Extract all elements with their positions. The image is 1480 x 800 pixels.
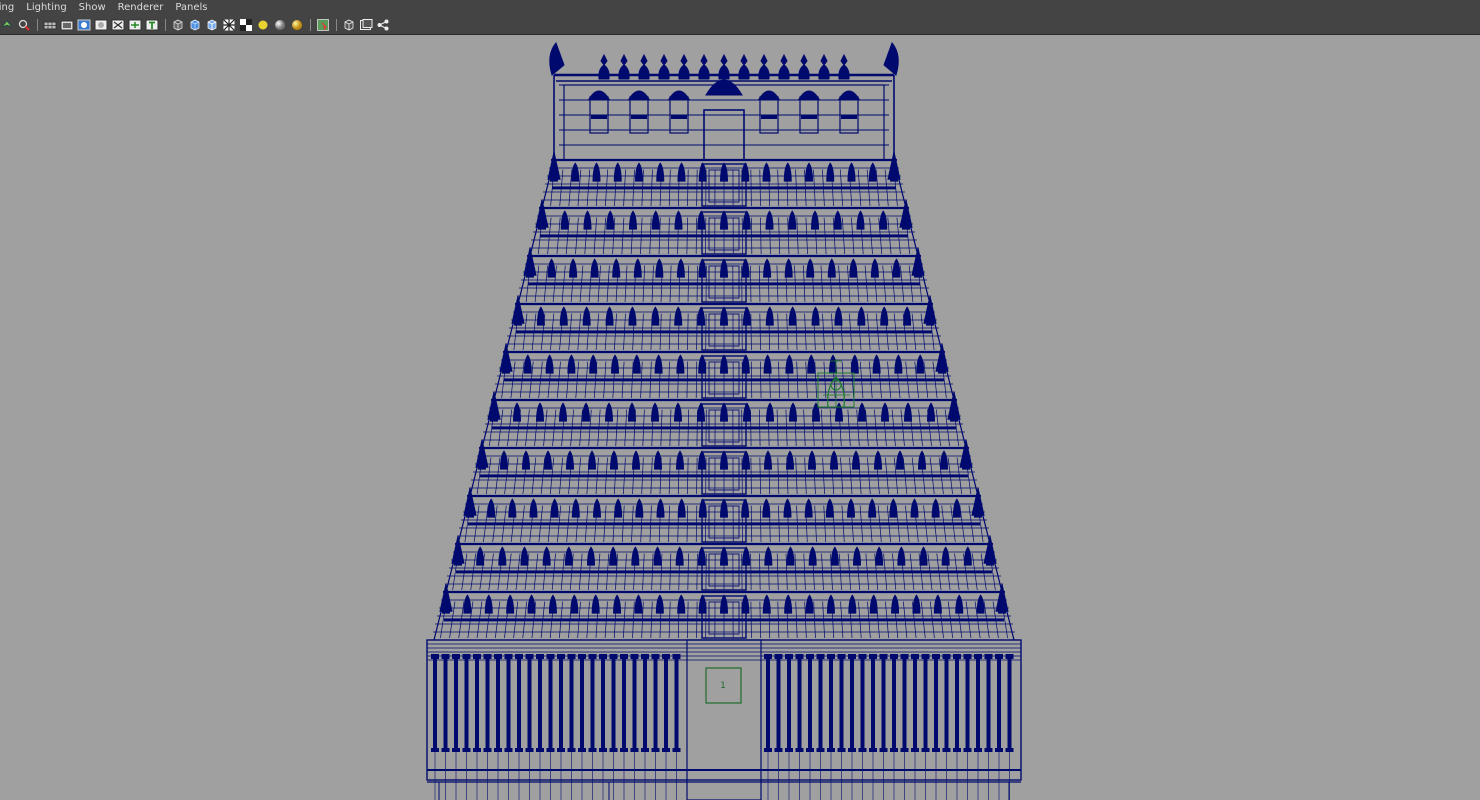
gopuram-wireframe-model[interactable]: 1 xyxy=(0,35,1480,800)
film-gate-icon[interactable] xyxy=(60,18,74,32)
node-graph-icon[interactable] xyxy=(376,18,390,32)
isolate-select-icon[interactable] xyxy=(290,18,304,32)
grid-icon[interactable] xyxy=(43,18,57,32)
wireframe-on-shaded-icon[interactable] xyxy=(222,18,236,32)
menu-renderer[interactable]: Renderer xyxy=(112,0,170,16)
xray-joints-icon[interactable] xyxy=(342,18,356,32)
toolbar-separator xyxy=(336,19,337,31)
text-icon[interactable] xyxy=(145,18,159,32)
textured-icon[interactable] xyxy=(239,18,253,32)
toolbar-separator xyxy=(310,19,311,31)
smooth-shade-icon[interactable] xyxy=(188,18,202,32)
menu-panels[interactable]: Panels xyxy=(169,0,213,16)
shadows-icon[interactable] xyxy=(273,18,287,32)
camera-select-icon[interactable] xyxy=(0,18,14,32)
hypershade-icon[interactable] xyxy=(359,18,373,32)
pivot-manipulator[interactable]: 1 xyxy=(705,667,742,704)
safe-action-icon[interactable] xyxy=(111,18,125,32)
3d-viewport[interactable]: 1 xyxy=(0,35,1480,800)
default-light-icon[interactable] xyxy=(256,18,270,32)
xray-icon[interactable] xyxy=(316,18,330,32)
menu-shading[interactable]: ling xyxy=(0,0,20,16)
camera-attributes-icon[interactable] xyxy=(17,18,31,32)
safe-title-icon[interactable] xyxy=(128,18,142,32)
panel-toolbar xyxy=(0,16,1480,35)
toolbar-separator xyxy=(165,19,166,31)
wireframe-icon[interactable] xyxy=(171,18,185,32)
resolution-gate-icon[interactable] xyxy=(77,18,91,32)
menu-show[interactable]: Show xyxy=(73,0,112,16)
pivot-label: 1 xyxy=(720,681,726,691)
toolbar-separator xyxy=(37,19,38,31)
field-chart-icon[interactable] xyxy=(94,18,108,32)
menu-lighting[interactable]: Lighting xyxy=(20,0,72,16)
flat-shade-icon[interactable] xyxy=(205,18,219,32)
panel-menubar: ling Lighting Show Renderer Panels xyxy=(0,0,1480,16)
maya-viewport-panel: ling Lighting Show Renderer Panels xyxy=(0,0,1480,800)
